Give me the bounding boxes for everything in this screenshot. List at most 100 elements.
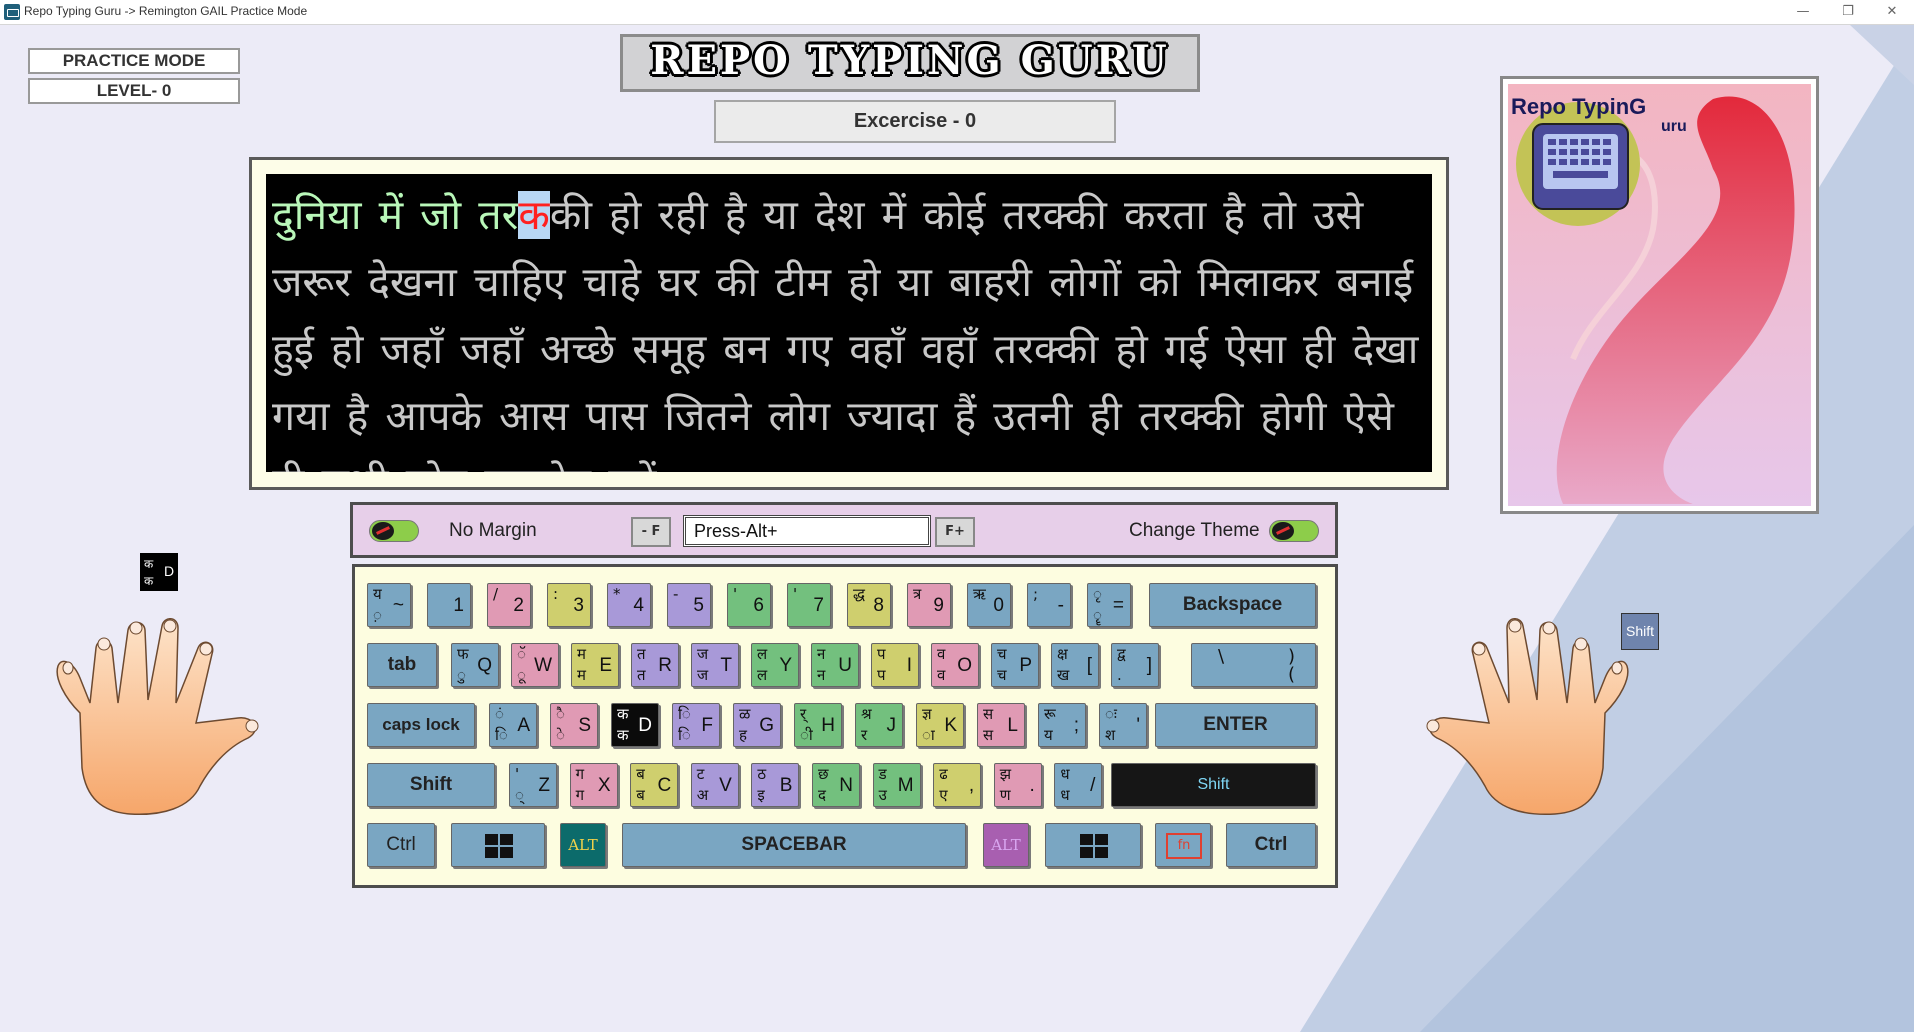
key-row2-8[interactable]: ववO <box>931 643 979 687</box>
left-ctrl-key[interactable]: Ctrl <box>367 823 435 867</box>
key-row3-0[interactable]: ंि A <box>489 703 537 747</box>
key-hindi-bottom: ब <box>636 786 645 804</box>
options-toolbar: No Margin - F F+ Change Theme <box>350 502 1338 558</box>
key-row1-4[interactable]: * 4 <box>607 583 651 627</box>
left-windows-key[interactable] <box>451 823 545 867</box>
key-english: 8 <box>873 595 884 617</box>
window-titlebar: Repo Typing Guru -> Remington GAIL Pract… <box>0 0 1914 25</box>
key-row1-12[interactable]: ृॄ = <box>1087 583 1131 627</box>
key-hindi-bottom: ज <box>697 666 709 684</box>
change-theme-label: Change Theme <box>1129 520 1260 541</box>
key-row2-2[interactable]: ममE <box>571 643 619 687</box>
key-row2-0[interactable]: फु Q <box>451 643 499 687</box>
key-row4-2[interactable]: बबC <box>630 763 679 807</box>
key-row1-8[interactable]: द्ध 8 <box>847 583 891 627</box>
key-row1-11[interactable]: ; - <box>1027 583 1071 627</box>
key-hindi-top: ' <box>515 765 520 783</box>
key-row3-5[interactable]: र्ी H <box>794 703 842 747</box>
backspace-key[interactable]: Backspace <box>1149 583 1316 627</box>
key-hindi-bottom: प <box>877 666 886 684</box>
minimize-button[interactable]: — <box>1785 2 1821 22</box>
enter-key[interactable]: ENTER <box>1155 703 1316 747</box>
right-shift-key[interactable]: Shift <box>1111 763 1316 807</box>
key-row4-0[interactable]: '् Z <box>509 763 557 807</box>
key-hindi-bottom: ा <box>922 726 935 744</box>
key-row2-7[interactable]: पप I <box>871 643 919 687</box>
no-margin-toggle[interactable] <box>369 520 419 542</box>
left-alt-key[interactable]: ALT <box>560 823 606 867</box>
key-row2-4[interactable]: जजT <box>691 643 739 687</box>
key-hindi-top: ब <box>636 765 645 783</box>
key-row4-5[interactable]: छदN <box>812 763 860 807</box>
key-hindi-bottom: क <box>617 726 629 744</box>
backslash-label: \ <box>1218 646 1225 667</box>
key-row2-3[interactable]: ततR <box>631 643 679 687</box>
key-row2-10[interactable]: क्ष ख [ <box>1051 643 1099 687</box>
key-row4-8[interactable]: झण. <box>993 763 1042 807</box>
key-english: W <box>534 655 552 677</box>
key-row1-7[interactable]: ' 7 <box>787 583 831 627</box>
key-row4-7[interactable]: ढए, <box>933 763 982 807</box>
maximize-button[interactable]: ❐ <box>1830 2 1866 22</box>
key-row3-1[interactable]: ैे S <box>550 703 598 747</box>
key-row4-1[interactable]: गगX <box>569 763 618 807</box>
key-row3-4[interactable]: ळहG <box>733 703 781 747</box>
key-english: ~ <box>392 595 404 617</box>
key-english: = <box>1112 595 1124 617</box>
alt-code-input[interactable] <box>683 515 931 547</box>
key-row4-9[interactable]: ध ध / <box>1054 763 1103 807</box>
key-hindi-bottom: म <box>577 666 586 684</box>
key-row3-7[interactable]: ज्ञा K <box>916 703 964 747</box>
key-row3-6[interactable]: श्र र J <box>855 703 903 747</box>
key-row3-3[interactable]: िि F <box>672 703 720 747</box>
key-row1-3[interactable]: :3 <box>547 583 591 627</box>
key-row1-5[interactable]: -5 <box>667 583 711 627</box>
caps-lock-key[interactable]: caps lock <box>367 703 475 747</box>
key-english: S <box>578 715 591 737</box>
right-windows-key[interactable] <box>1045 823 1141 867</box>
key-row1-1[interactable]: 1 <box>427 583 471 627</box>
key-row2-6[interactable]: ननU <box>811 643 859 687</box>
key-row3-9[interactable]: रू य; <box>1038 703 1086 747</box>
key-row4-6[interactable]: डउM <box>872 763 921 807</box>
font-increase-button[interactable]: F+ <box>935 517 975 547</box>
key-row2-5[interactable]: ललY <box>751 643 799 687</box>
key-row3-2[interactable]: ककD <box>611 703 659 747</box>
backslash-key[interactable]: \ ) ( <box>1191 643 1316 687</box>
key-row2-11[interactable]: द्व.] <box>1111 643 1159 687</box>
fn-key[interactable]: fn <box>1155 823 1211 867</box>
font-decrease-button[interactable]: - F <box>631 517 671 547</box>
key-row2-9[interactable]: चचP <box>991 643 1039 687</box>
key-hindi-bottom: अ <box>696 786 709 804</box>
change-theme-toggle[interactable] <box>1269 520 1319 542</box>
left-ctrl-label: Ctrl <box>386 834 416 855</box>
right-alt-key[interactable]: ALT <box>983 823 1029 867</box>
key-hindi-bottom: स <box>983 726 994 744</box>
key-row2-1[interactable]: ॅू W <box>511 643 559 687</box>
key-row4-4[interactable]: ठइB <box>751 763 800 807</box>
close-button[interactable]: ✕ <box>1874 2 1910 22</box>
key-row4-3[interactable]: टअV <box>690 763 739 807</box>
tab-key[interactable]: tab <box>367 643 437 687</box>
key-hindi-bottom: न <box>817 666 826 684</box>
finger-hint-key: क क D <box>140 553 178 591</box>
key-row3-8[interactable]: ससL <box>977 703 1025 747</box>
app-title: REPO TYPING GURU <box>650 37 1170 84</box>
key-row1-6[interactable]: ' 6 <box>727 583 771 627</box>
key-english: J <box>886 715 897 737</box>
tab-label: tab <box>387 654 417 675</box>
key-hindi-bottom: ू <box>517 666 526 684</box>
key-row1-0[interactable]: य़ ~ <box>367 583 411 627</box>
key-row1-2[interactable]: /2 <box>487 583 531 627</box>
key-row3-10[interactable]: ः श ' <box>1099 703 1147 747</box>
passage-panel: दुनिया में जो तरककी हो रही है या देश में… <box>249 157 1449 490</box>
key-hindi-top: स <box>983 705 994 723</box>
key-hindi-top: ज्ञ <box>922 705 932 723</box>
left-shift-key[interactable]: Shift <box>367 763 495 807</box>
app-icon <box>4 4 20 20</box>
key-row1-9[interactable]: त्र 9 <box>907 583 951 627</box>
spacebar-key[interactable]: SPACEBAR <box>622 823 966 867</box>
key-row1-10[interactable]: ऋ0 <box>967 583 1011 627</box>
key-english: V <box>719 775 732 797</box>
right-ctrl-key[interactable]: Ctrl <box>1226 823 1316 867</box>
